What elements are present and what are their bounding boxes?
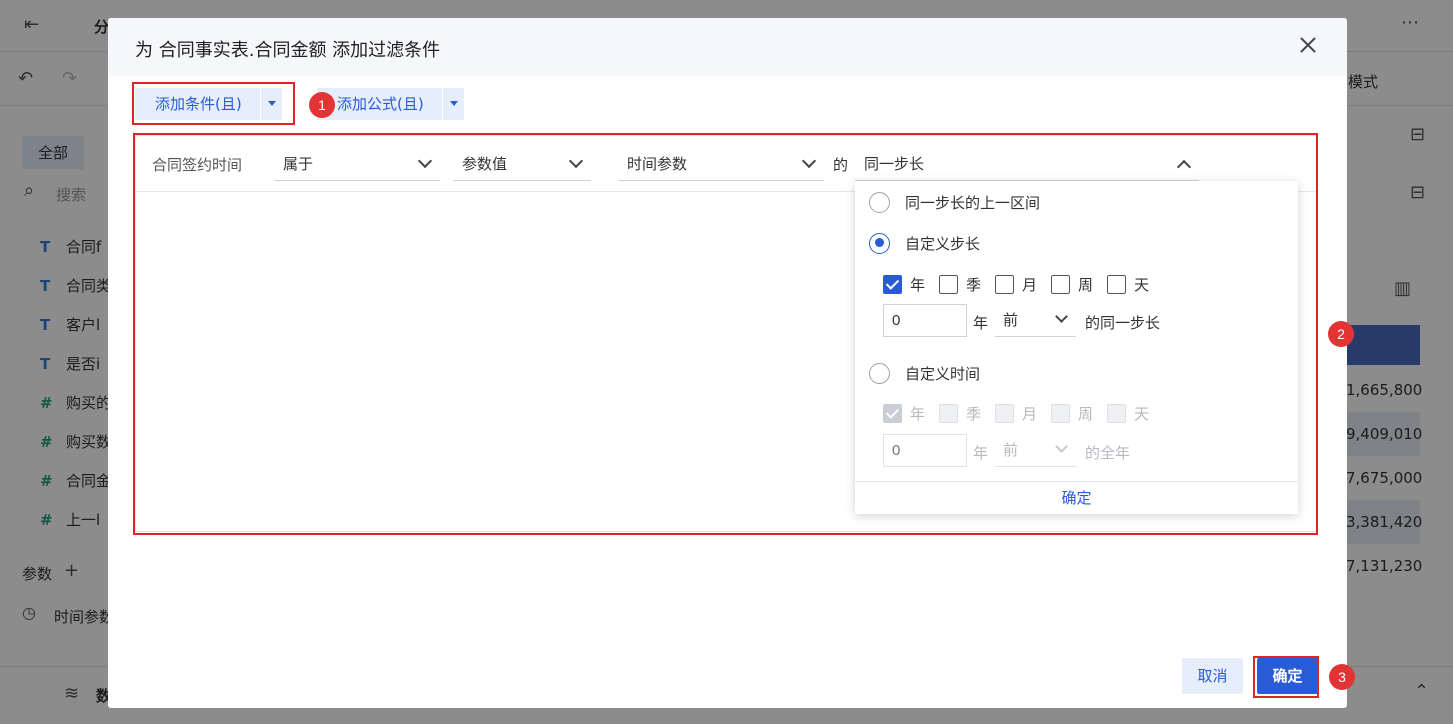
checkbox-day-disabled	[1107, 403, 1127, 423]
operator-select[interactable]: 属于	[274, 147, 440, 181]
add-formula-label[interactable]: 添加公式(且)	[317, 88, 442, 120]
cancel-button[interactable]: 取消	[1182, 658, 1243, 694]
step-marker-1: 1	[309, 92, 335, 118]
step-mode-dropdown: 同一步长的上一区间 自定义步长 年 季 月 周 天 年 前 的同一步长 自定义时…	[855, 181, 1298, 514]
unit-label: 周	[1078, 275, 1094, 294]
option-prev-interval[interactable]: 同一步长的上一区间	[869, 191, 1040, 213]
unit-label: 月	[1022, 275, 1038, 294]
radio-custom-time[interactable]	[869, 362, 890, 384]
add-condition-button[interactable]: 添加条件(且)	[135, 88, 282, 120]
step-suffix: 的同一步长	[1085, 314, 1161, 332]
unit-label: 周	[1078, 404, 1094, 423]
checkbox-month[interactable]	[995, 274, 1015, 294]
unit-label: 天	[1134, 275, 1150, 294]
condition-field-label: 合同签约时间	[152, 156, 243, 174]
step-mode-select-value: 同一步长	[864, 155, 925, 173]
custom-step-units: 年 季 月 周 天	[883, 274, 1163, 294]
step-marker-3: 3	[1329, 664, 1355, 690]
unit-label: 年	[910, 404, 926, 423]
checkbox-week-disabled	[1051, 403, 1071, 423]
operator-select-value: 属于	[283, 155, 314, 173]
option-custom-time[interactable]: 自定义时间	[869, 362, 980, 384]
value-type-select[interactable]: 参数值	[453, 147, 591, 181]
checkbox-week[interactable]	[1051, 274, 1071, 294]
chevron-down-icon	[1055, 310, 1068, 323]
time-suffix: 的全年	[1085, 444, 1131, 462]
option-custom-step[interactable]: 自定义步长	[869, 232, 980, 254]
checkbox-day[interactable]	[1107, 274, 1127, 294]
checkbox-year-disabled	[883, 403, 902, 423]
custom-time-units: 年 季 月 周 天	[883, 403, 1163, 423]
chevron-down-icon	[417, 153, 433, 169]
caret-down-icon[interactable]	[441, 88, 464, 120]
time-direction-select: 前	[995, 434, 1076, 467]
value-type-select-value: 参数值	[462, 155, 508, 173]
add-condition-label[interactable]: 添加条件(且)	[135, 88, 260, 120]
chevron-up-icon	[1176, 159, 1192, 175]
close-icon[interactable]	[1296, 33, 1320, 57]
caret-down-icon[interactable]	[259, 88, 282, 120]
radio-custom-step[interactable]	[869, 232, 890, 254]
dialog-title: 为 合同事实表.合同金额 添加过滤条件	[135, 40, 441, 61]
time-offset-input	[883, 434, 967, 467]
time-unit-label: 年	[973, 444, 989, 462]
connector-text: 的	[833, 156, 849, 174]
option-label: 自定义时间	[905, 364, 981, 383]
step-marker-2: 2	[1328, 321, 1354, 347]
panel-confirm-button[interactable]: 确定	[855, 481, 1298, 514]
checkbox-quarter[interactable]	[939, 274, 959, 294]
unit-label: 月	[1022, 404, 1038, 423]
step-offset-input[interactable]	[883, 304, 967, 337]
unit-label: 年	[910, 275, 926, 294]
unit-label: 季	[966, 404, 982, 423]
ok-button[interactable]: 确定	[1257, 658, 1318, 694]
checkbox-month-disabled	[995, 403, 1015, 423]
unit-label: 天	[1134, 404, 1150, 423]
option-label: 自定义步长	[905, 234, 981, 253]
step-unit-label: 年	[973, 314, 989, 332]
checkbox-year[interactable]	[883, 274, 902, 294]
chevron-down-icon	[568, 153, 584, 169]
parameter-select-value: 时间参数	[627, 155, 688, 173]
radio-prev-interval[interactable]	[869, 191, 890, 213]
checkbox-quarter-disabled	[939, 403, 959, 423]
direction-value: 前	[1003, 441, 1019, 459]
option-label: 同一步长的上一区间	[905, 193, 1041, 212]
unit-label: 季	[966, 275, 982, 294]
step-direction-select[interactable]: 前	[995, 304, 1076, 337]
add-filter-dialog: 为 合同事实表.合同金额 添加过滤条件 添加条件(且) 添加公式(且) 合同签约…	[108, 18, 1347, 708]
parameter-select[interactable]: 时间参数	[618, 147, 824, 181]
chevron-down-icon	[1055, 440, 1068, 453]
direction-value: 前	[1003, 311, 1019, 329]
chevron-down-icon	[801, 153, 817, 169]
dialog-header: 为 合同事实表.合同金额 添加过滤条件	[108, 18, 1347, 76]
step-mode-select[interactable]: 同一步长	[855, 147, 1199, 181]
add-formula-button[interactable]: 添加公式(且)	[317, 88, 464, 120]
